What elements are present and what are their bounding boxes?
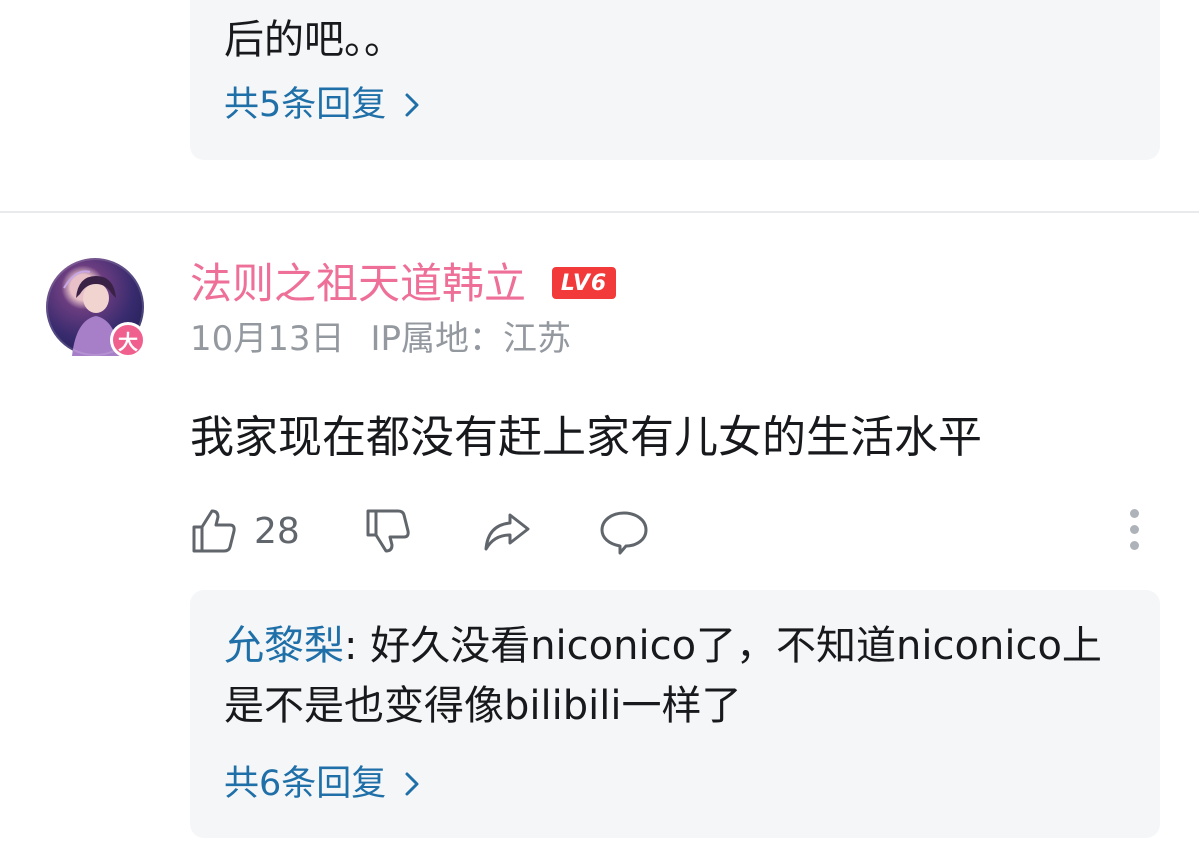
dislike-button[interactable] [362,503,414,559]
sub-reply-separator: : [344,623,371,669]
like-count: 28 [254,510,300,552]
comment-meta: 10月13日 IP属地：江苏 [190,316,571,362]
comment-username[interactable]: 法则之祖天道韩立 [190,258,526,310]
comment-date: 10月13日 [190,319,345,359]
thumbs-up-icon [192,509,236,553]
reply-button[interactable] [598,503,650,559]
comment-divider [0,211,1199,213]
avatar-badge: 大 [110,322,146,358]
ip-location: IP属地：江苏 [370,319,572,359]
reply-bubble-icon [600,511,648,555]
level-badge: LV6 [552,267,616,299]
share-icon [484,513,530,551]
more-vertical-icon[interactable] [1120,509,1148,555]
chevron-right-icon [405,93,419,117]
comment-content: 我家现在都没有赶上家有儿女的生活水平 [190,412,982,463]
sub-more-replies-label: 共6条回复 [224,764,387,804]
previous-more-replies-label: 共5条回复 [224,85,387,125]
previous-reply-panel: 后的吧。。 共5条回复 [190,0,1160,160]
previous-reply-text: 后的吧。。 [224,17,404,63]
share-button[interactable] [480,503,532,559]
sub-reply-username[interactable]: 允黎梨 [224,623,344,669]
chevron-right-icon [405,772,419,796]
thumbs-down-icon [366,509,410,553]
previous-more-replies-link[interactable]: 共5条回复 [224,81,426,129]
like-button[interactable]: 28 [188,503,300,559]
sub-more-replies-link[interactable]: 共6条回复 [224,760,426,808]
sub-reply-item[interactable]: 允黎梨: 好久没看niconico了，不知道niconico上是不是也变得像bi… [224,616,1130,736]
